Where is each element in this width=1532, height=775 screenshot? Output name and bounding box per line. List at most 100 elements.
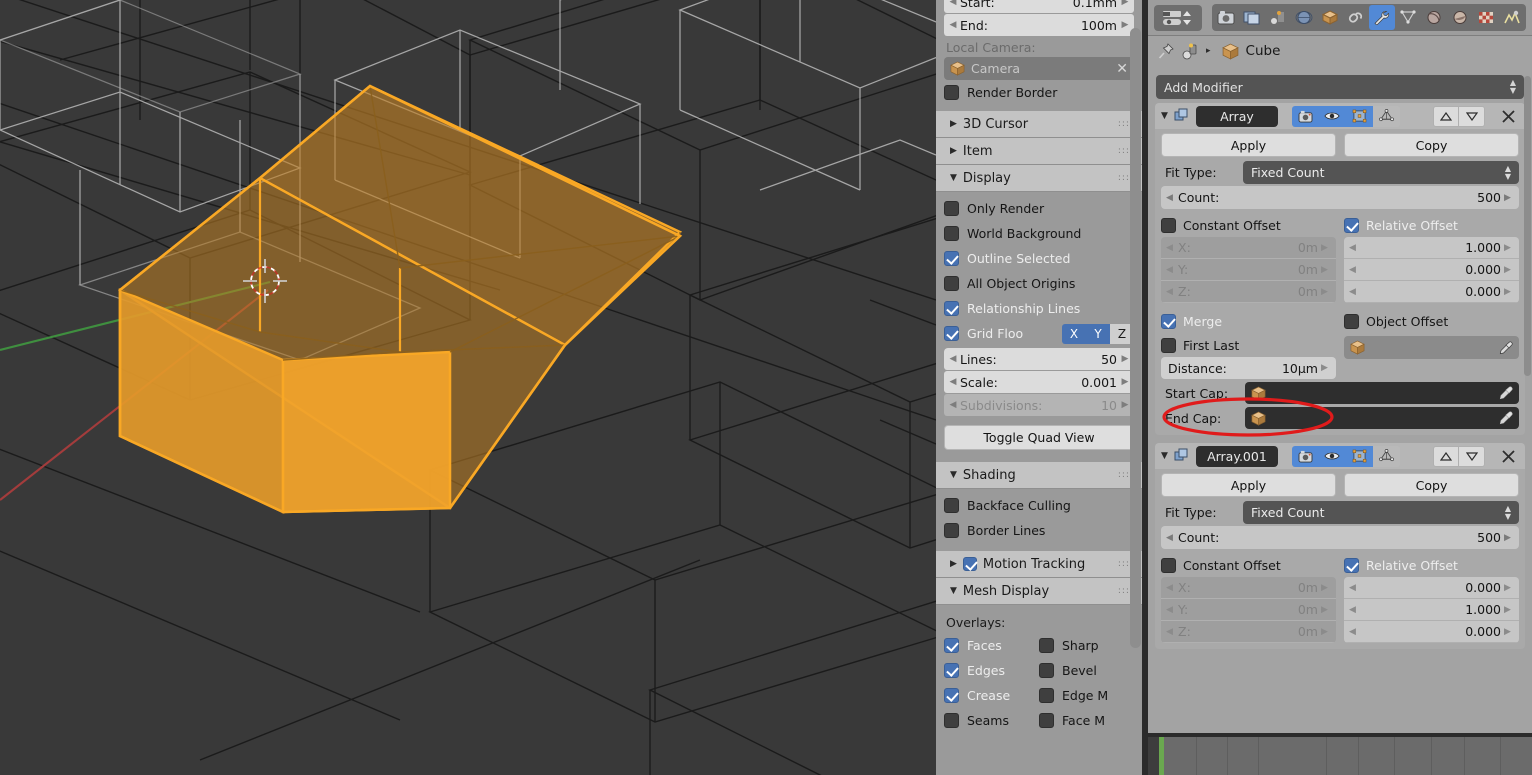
crease-checkbox[interactable]	[944, 688, 959, 703]
panel-mesh-display[interactable]: ▼ Mesh Display ::::	[936, 578, 1142, 605]
first-last-toggle[interactable]: First Last	[1161, 333, 1336, 357]
toggle-bevel[interactable]: Bevel	[1039, 658, 1134, 683]
end-cap-field[interactable]	[1245, 407, 1519, 429]
chevron-down-icon[interactable]: ▼	[1161, 451, 1168, 461]
render-border-toggle[interactable]: Render Border	[944, 80, 1134, 105]
object-offset-field[interactable]	[1344, 336, 1519, 359]
move-down-button[interactable]	[1459, 445, 1485, 467]
count-field[interactable]: ◀ Count: 500 ▶	[1161, 526, 1519, 549]
relative-offset-checkbox[interactable]	[1344, 557, 1359, 573]
decrement-arrow[interactable]: ◀	[948, 0, 958, 7]
apply-button[interactable]: Apply	[1161, 473, 1336, 497]
increment-arrow[interactable]: ▶	[1504, 583, 1514, 593]
grid-floor-row[interactable]: Grid Floo X Y Z	[944, 321, 1134, 346]
decrement-arrow[interactable]: ◀	[1349, 605, 1359, 615]
decrement-arrow[interactable]: ◀	[1349, 583, 1359, 593]
move-up-button[interactable]	[1433, 105, 1459, 127]
toggle-world-background[interactable]: World Background	[944, 221, 1134, 246]
edit-mode-toggle[interactable]	[1345, 105, 1373, 127]
sharp-checkbox[interactable]	[1039, 638, 1054, 653]
increment-arrow[interactable]: ▶	[1504, 193, 1514, 203]
increment-arrow[interactable]: ▶	[1504, 627, 1514, 637]
merge-distance-field[interactable]: Distance: 10µm ▶	[1161, 357, 1336, 379]
relative-offset-checkbox[interactable]	[1344, 217, 1359, 233]
merge-toggle[interactable]: Merge	[1161, 309, 1336, 333]
increment-arrow[interactable]: ▶	[1120, 354, 1130, 364]
add-modifier-dropdown[interactable]: Add Modifier ▲ ▼	[1156, 75, 1524, 99]
tab-render[interactable]	[1213, 5, 1239, 30]
seams-checkbox[interactable]	[944, 713, 959, 728]
start-cap-row[interactable]: Start Cap:	[1161, 382, 1519, 404]
tab-scene[interactable]	[1265, 5, 1291, 30]
move-up-button[interactable]	[1433, 445, 1459, 467]
toggle-border-lines[interactable]: Border Lines	[944, 518, 1134, 543]
eyedropper-icon[interactable]	[1499, 386, 1513, 400]
toggle-relationship-lines[interactable]: Relationship Lines	[944, 296, 1134, 321]
toggle-face-marks[interactable]: Face M	[1039, 708, 1134, 733]
decrement-arrow[interactable]: ◀	[948, 377, 958, 387]
increment-arrow[interactable]: ▶	[1504, 265, 1514, 275]
modifier-panel-array[interactable]: ▼ Array Apply Copy Fit Type: Fixed Count…	[1155, 103, 1525, 435]
relative-offset-y-field[interactable]: ◀ 1.000 ▶	[1344, 599, 1519, 621]
end-cap-row[interactable]: End Cap:	[1161, 407, 1519, 429]
copy-button[interactable]: Copy	[1344, 473, 1519, 497]
modifier-name-field[interactable]: Array.001	[1195, 445, 1278, 467]
increment-arrow[interactable]: ▶	[1504, 243, 1514, 253]
panel-motion-tracking[interactable]: ▶ Motion Tracking ::::	[936, 551, 1142, 578]
properties-tab-strip[interactable]	[1212, 4, 1526, 31]
toggle-faces[interactable]: Faces	[944, 633, 1039, 658]
toggle-backface-culling[interactable]: Backface Culling	[944, 493, 1134, 518]
increment-arrow[interactable]: ▶	[1504, 605, 1514, 615]
grid-axis-y-button[interactable]: Y	[1086, 323, 1110, 344]
increment-arrow[interactable]: ▶	[1321, 363, 1331, 373]
fit-type-dropdown[interactable]: Fixed Count ▲ ▼	[1243, 161, 1519, 184]
viewport-visibility-toggle[interactable]	[1318, 105, 1346, 127]
move-down-button[interactable]	[1459, 105, 1485, 127]
merge-checkbox[interactable]	[1161, 313, 1176, 329]
constant-offset-checkbox[interactable]	[1161, 217, 1176, 233]
on-cage-toggle[interactable]	[1372, 445, 1400, 467]
tab-render-layers[interactable]	[1239, 5, 1265, 30]
editor-type-selector[interactable]	[1154, 4, 1202, 31]
relative-offset-toggle[interactable]: Relative Offset	[1344, 553, 1519, 577]
start-cap-field[interactable]	[1245, 382, 1519, 404]
grid-scale-field[interactable]: ◀ Scale: 0.001 ▶	[944, 371, 1134, 393]
border-lines-checkbox[interactable]	[944, 523, 959, 538]
close-icon[interactable]: ✕	[1116, 61, 1128, 77]
tab-world[interactable]	[1291, 5, 1317, 30]
constant-offset-toggle[interactable]: Constant Offset	[1161, 553, 1336, 577]
viewport-visibility-toggle[interactable]	[1318, 445, 1346, 467]
toggle-quad-view-button[interactable]: Toggle Quad View	[944, 425, 1134, 450]
copy-button[interactable]: Copy	[1344, 133, 1519, 157]
panel-shading[interactable]: ▼ Shading ::::	[936, 462, 1142, 489]
toggle-seams[interactable]: Seams	[944, 708, 1039, 733]
panel-display[interactable]: ▼ Display ::::	[936, 165, 1142, 192]
modifier-move-buttons[interactable]	[1433, 445, 1485, 467]
timeline-playhead[interactable]	[1159, 737, 1164, 775]
render-visibility-toggle[interactable]	[1291, 445, 1319, 467]
increment-arrow[interactable]: ▶	[1120, 0, 1130, 7]
eyedropper-icon[interactable]	[1499, 411, 1513, 425]
modifier-panel-array-001[interactable]: ▼ Array.001 Apply Copy Fit Type: Fixed C…	[1155, 443, 1525, 649]
breadcrumb-object-name[interactable]: Cube	[1246, 43, 1281, 59]
view-sidebar[interactable]: ◀ Start: 0.1mm ▶ ◀ End: 100m ▶ Local Cam…	[936, 0, 1142, 775]
tab-texture[interactable]	[1499, 5, 1525, 30]
render-border-checkbox[interactable]	[944, 85, 959, 100]
edit-mode-toggle[interactable]	[1345, 445, 1373, 467]
decrement-arrow[interactable]: ◀	[1349, 243, 1359, 253]
breadcrumb[interactable]: ▸ Cube	[1148, 36, 1532, 66]
constant-offset-checkbox[interactable]	[1161, 557, 1176, 573]
pin-icon[interactable]	[1158, 42, 1175, 60]
increment-arrow[interactable]: ▶	[1120, 20, 1130, 30]
object-offset-toggle[interactable]: Object Offset	[1344, 309, 1519, 333]
delete-modifier-button[interactable]	[1497, 106, 1519, 127]
object-data-icon[interactable]	[1182, 43, 1199, 60]
fit-type-dropdown[interactable]: Fixed Count ▲ ▼	[1243, 501, 1519, 524]
decrement-arrow[interactable]: ◀	[948, 354, 958, 364]
render-visibility-toggle[interactable]	[1291, 105, 1319, 127]
relative-offset-toggle[interactable]: Relative Offset	[1344, 213, 1519, 237]
tab-modifiers[interactable]	[1369, 5, 1395, 30]
on-cage-toggle[interactable]	[1372, 105, 1400, 127]
relative-offset-x-field[interactable]: ◀ 0.000 ▶	[1344, 577, 1519, 599]
apply-button[interactable]: Apply	[1161, 133, 1336, 157]
